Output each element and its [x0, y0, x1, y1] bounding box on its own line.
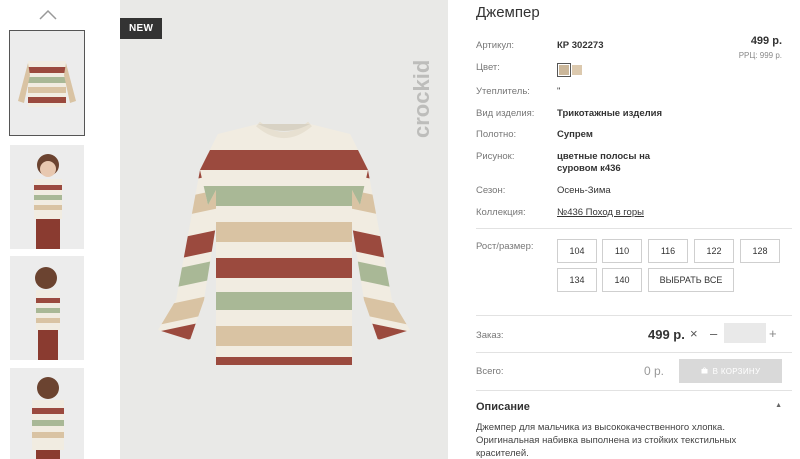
total-value: 0 р.	[644, 364, 665, 378]
order-label: Заказ:	[476, 330, 504, 341]
size-option-140[interactable]: 140	[602, 268, 642, 292]
detail-label: Артикул:	[476, 40, 515, 51]
thumbnail-model-side[interactable]	[10, 256, 84, 360]
svg-text:crockid: crockid	[409, 60, 434, 138]
description-text: Джемпер для мальчика из высококачественн…	[476, 422, 737, 459]
quantity-increase-button[interactable]: +	[769, 326, 777, 341]
divider	[476, 228, 792, 229]
detail-value: цветные полосы на суровом к436	[557, 151, 651, 174]
thumbnail-model-front[interactable]	[10, 145, 84, 249]
detail-label: Полотно:	[476, 129, 517, 140]
quantity-decrease-button[interactable]: –	[710, 326, 717, 341]
size-option-116[interactable]: 116	[648, 239, 688, 263]
brand-logo: crockid	[408, 6, 438, 146]
divider	[476, 352, 792, 353]
divider	[476, 315, 792, 316]
detail-label: Коллекция:	[476, 207, 526, 218]
size-option-128[interactable]: 128	[740, 239, 780, 263]
new-badge: NEW	[120, 18, 163, 39]
size-label: Рост/размер:	[476, 241, 534, 252]
recommended-retail-price: РРЦ: 999 р.	[738, 51, 782, 60]
detail-label: Утеплитель:	[476, 86, 530, 97]
size-option-134[interactable]: 134	[557, 268, 597, 292]
detail-label: Вид изделия:	[476, 108, 535, 119]
detail-value: КР 302273	[557, 40, 604, 51]
size-option-122[interactable]: 122	[694, 239, 734, 263]
add-to-cart-label: В КОРЗИНУ	[712, 366, 761, 376]
thumbnail-gallery	[9, 0, 86, 459]
divider	[476, 390, 792, 391]
detail-label: Сезон:	[476, 185, 506, 196]
color-swatch-2[interactable]	[572, 65, 582, 75]
sweater-illustration	[158, 121, 410, 365]
cart-icon	[701, 366, 708, 376]
select-all-sizes-button[interactable]: ВЫБРАТЬ ВСЕ	[648, 268, 734, 292]
detail-label: Цвет:	[476, 62, 500, 73]
order-price: 499 р.	[648, 327, 685, 342]
clear-order-icon[interactable]: ×	[690, 326, 698, 341]
detail-value: "	[557, 86, 561, 97]
product-price: 499 р.	[750, 35, 782, 47]
total-label: Всего:	[476, 366, 504, 377]
collection-link[interactable]: №436 Поход в горы	[557, 207, 644, 218]
size-option-104[interactable]: 104	[557, 239, 597, 263]
add-to-cart-button[interactable]: В КОРЗИНУ	[679, 359, 782, 383]
main-product-image[interactable]: NEW crockid	[120, 0, 448, 459]
color-swatch-1[interactable]	[557, 63, 571, 77]
detail-value: Супрем	[557, 129, 593, 140]
thumbnail-front[interactable]	[9, 30, 85, 136]
detail-value: Трикотажные изделия	[557, 108, 663, 119]
product-info-panel: Джемпер 499 р. РРЦ: 999 р. Артикул: КР 3…	[476, 0, 792, 459]
detail-value: Осень-Зима	[557, 185, 611, 196]
thumbnail-model-back[interactable]	[10, 368, 84, 459]
chevron-up-icon[interactable]	[36, 6, 60, 24]
size-option-110[interactable]: 110	[602, 239, 642, 263]
collapse-triangle-icon[interactable]: ▲	[775, 402, 782, 409]
product-title: Джемпер	[476, 4, 540, 21]
quantity-input[interactable]	[724, 323, 766, 343]
description-title: Описание	[476, 401, 530, 413]
detail-label: Рисунок:	[476, 151, 515, 162]
